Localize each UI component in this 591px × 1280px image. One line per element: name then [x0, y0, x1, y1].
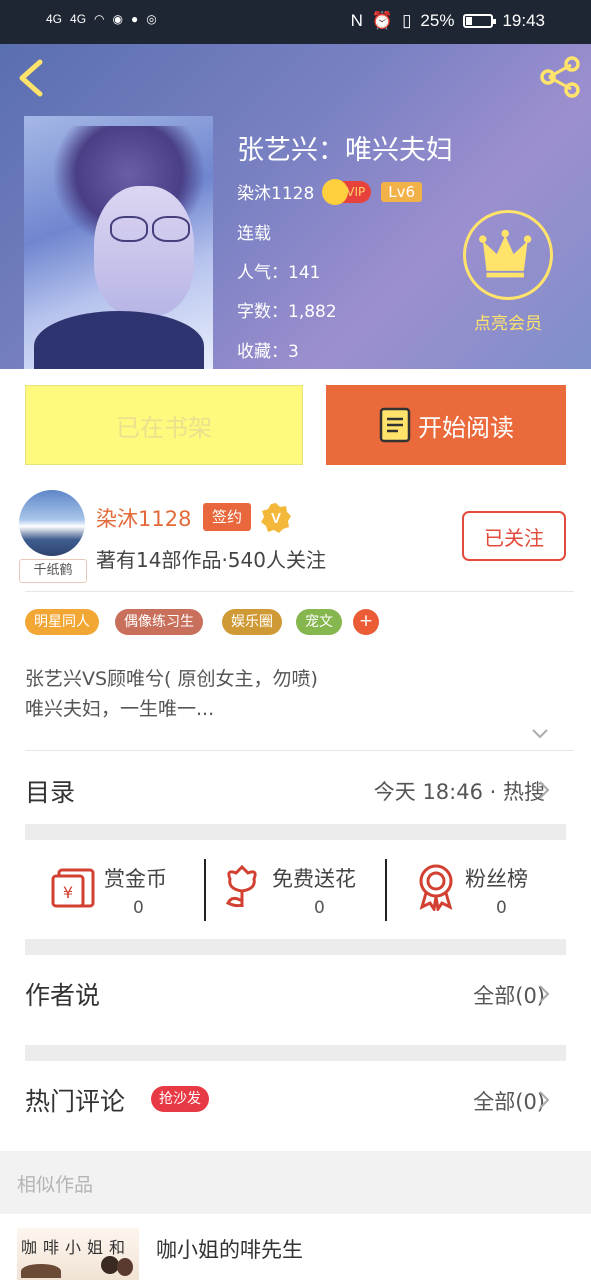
- tag-more-button[interactable]: +: [353, 609, 379, 635]
- reward-coins-label[interactable]: 赏金币: [104, 863, 167, 893]
- divider: [25, 591, 574, 592]
- author-says-title[interactable]: 作者说: [25, 976, 100, 1012]
- back-arrow-icon[interactable]: [16, 58, 46, 98]
- reward-coins-value: 0: [133, 898, 144, 918]
- catalog-update[interactable]: 今天 18:46 · 热搜: [374, 776, 545, 806]
- clock: 19:43: [502, 11, 545, 30]
- book-word-count: 字数：1,882: [237, 302, 337, 322]
- vibrate-icon: ▯: [402, 11, 412, 30]
- book-popularity: 人气：141: [237, 263, 321, 283]
- flower-icon[interactable]: [222, 865, 262, 911]
- vip-member-button[interactable]: [463, 210, 553, 300]
- book-author[interactable]: 染沐1128: [237, 179, 314, 204]
- section-separator: [25, 939, 566, 955]
- start-reading-label: 开始阅读: [418, 413, 514, 442]
- verified-icon: V: [261, 503, 291, 533]
- vertical-separator: [385, 859, 387, 921]
- book-author-line: 染沐1128 VIP Lv6: [237, 178, 423, 205]
- wifi-icon: ◠: [94, 12, 105, 26]
- follow-button[interactable]: 已关注: [462, 511, 566, 561]
- svg-text:¥: ¥: [63, 883, 73, 902]
- book-icon: [379, 407, 411, 443]
- author-avatar[interactable]: [19, 490, 85, 556]
- similar-works-header: 相似作品: [17, 1174, 94, 1196]
- signal-icon-2: 4G: [70, 12, 87, 26]
- chevron-right-icon[interactable]: [538, 1090, 550, 1110]
- vip-member-label[interactable]: 点亮会员: [452, 309, 564, 334]
- section-separator: [25, 1045, 566, 1061]
- start-reading-button[interactable]: 开始阅读: [326, 385, 566, 465]
- in-bookshelf-button[interactable]: 已在书架: [25, 385, 303, 465]
- tag-idol-trainee[interactable]: 偶像练习生: [115, 609, 203, 635]
- svg-text:V: V: [271, 510, 281, 527]
- share-icon[interactable]: [539, 56, 581, 98]
- free-flower-label[interactable]: 免费送花: [272, 863, 356, 893]
- tag-star-fanfic[interactable]: 明星同人: [25, 609, 99, 635]
- hot-comments-title[interactable]: 热门评论: [25, 1082, 125, 1118]
- chevron-down-icon[interactable]: [531, 728, 549, 740]
- vip-badge: VIP: [322, 178, 372, 205]
- vip-crown-icon: [322, 178, 349, 205]
- tag-entertainment[interactable]: 娱乐圈: [222, 609, 282, 635]
- section-separator: [25, 824, 566, 840]
- fan-rank-label[interactable]: 粉丝榜: [465, 863, 528, 893]
- book-status: 连载: [237, 224, 271, 244]
- free-flower-value: 0: [314, 898, 325, 918]
- weibo-icon: ◎: [146, 12, 157, 26]
- battery-icon: [463, 14, 497, 28]
- book-title: 张艺兴：唯兴夫妇: [237, 135, 453, 166]
- signal-icon: 4G: [46, 12, 63, 26]
- divider: [25, 750, 574, 751]
- crown-icon: [479, 229, 532, 278]
- similar-cover-text: 咖啡小姐和: [21, 1238, 132, 1257]
- book-favorites: 收藏：3: [237, 342, 299, 362]
- chevron-right-icon[interactable]: [538, 984, 550, 1004]
- author-name[interactable]: 染沐1128: [96, 503, 191, 533]
- book-detail-content: 已在书架 开始阅读 千纸鹤 染沐1128 签约 V 著有14部作品·540人关注…: [0, 369, 591, 1151]
- similar-work-item[interactable]: 咖啡小姐和 咖小姐的啡先生: [0, 1214, 591, 1280]
- tag-pampering[interactable]: 宠文: [296, 609, 342, 635]
- hot-comments-all[interactable]: 全部(0): [473, 1086, 545, 1116]
- status-right: N ⏰ ▯ 25% 19:43: [351, 11, 545, 31]
- fan-rank-value: 0: [496, 898, 507, 918]
- qq-icon: ●: [131, 12, 139, 26]
- catalog-title[interactable]: 目录: [25, 773, 75, 809]
- description-line-2: 唯兴夫妇，一生唯一...: [25, 698, 215, 720]
- status-bar: 4G 4G ◠ ◉ ● ◎ N ⏰ ▯ 25% 19:43: [0, 0, 591, 44]
- medal-icon[interactable]: [416, 863, 456, 911]
- grab-sofa-badge[interactable]: 抢沙发: [151, 1086, 209, 1112]
- alarm-icon: ⏰: [371, 11, 394, 30]
- avatar-tag: 千纸鹤: [19, 559, 87, 583]
- chevron-right-icon[interactable]: [538, 780, 550, 800]
- battery-percent: 25%: [420, 11, 455, 30]
- eye-icon: ◉: [112, 12, 123, 26]
- coin-envelope-icon[interactable]: ¥: [51, 866, 97, 910]
- similar-work-title[interactable]: 咖小姐的啡先生: [156, 1234, 303, 1264]
- signed-badge: 签约: [203, 503, 251, 531]
- status-left: 4G 4G ◠ ◉ ● ◎: [46, 12, 157, 26]
- book-cover[interactable]: [24, 116, 213, 369]
- description-line-1: 张艺兴VS顾唯兮( 原创女主，勿喷): [25, 668, 318, 690]
- nfc-icon: N: [350, 11, 363, 30]
- similar-work-cover[interactable]: 咖啡小姐和: [17, 1228, 139, 1280]
- book-header: 张艺兴：唯兴夫妇 染沐1128 VIP Lv6 连载 人气：141 字数：1,8…: [0, 44, 591, 369]
- vertical-separator: [204, 859, 206, 921]
- author-stats: 著有14部作品·540人关注: [96, 548, 326, 572]
- author-says-all[interactable]: 全部(0): [473, 980, 545, 1010]
- level-badge: Lv6: [381, 181, 423, 202]
